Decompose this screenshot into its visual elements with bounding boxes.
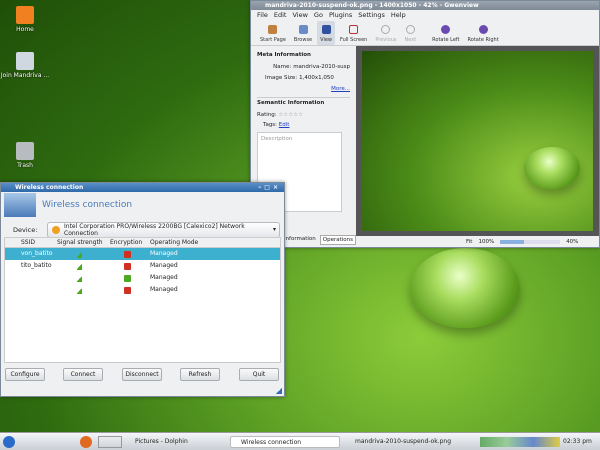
rotate-left-icon xyxy=(441,25,451,34)
rotate-right-icon xyxy=(478,25,488,34)
home-icon xyxy=(268,25,278,34)
previous-icon xyxy=(381,25,391,34)
col-mode[interactable]: Operating Mode xyxy=(150,237,230,249)
chevron-down-icon: ▾ xyxy=(272,226,276,233)
configure-button[interactable]: Configure xyxy=(5,368,45,381)
menu-bar: File Edit View Go Plugins Settings Help xyxy=(251,10,599,21)
mode: Managed xyxy=(150,250,178,257)
ssid: von_batito xyxy=(21,250,53,257)
lock-icon xyxy=(124,262,131,270)
menu-view[interactable]: View xyxy=(292,11,307,20)
network-row[interactable]: Managed xyxy=(5,272,280,284)
task-gwenview[interactable]: mandriva-2010-suspend-ok.png xyxy=(345,436,455,448)
start-page-button[interactable]: Start Page xyxy=(257,21,289,45)
header: Wireless connection xyxy=(1,192,284,218)
menu-launcher-icon[interactable] xyxy=(3,436,15,448)
resize-grip[interactable] xyxy=(276,388,282,394)
meta-name: mandriva-2010-susp xyxy=(293,64,350,70)
col-encryption[interactable]: Encryption xyxy=(110,237,150,249)
meta-heading: Meta Information xyxy=(257,52,311,58)
browse-icon xyxy=(298,25,308,34)
desktop-icon-trash[interactable]: Trash xyxy=(0,142,50,169)
col-signal[interactable]: Signal strength xyxy=(57,237,110,249)
lock-icon xyxy=(124,286,131,294)
view-icon xyxy=(321,25,331,34)
wifi-card-icon xyxy=(52,225,60,234)
menu-edit[interactable]: Edit xyxy=(274,11,287,20)
full-screen-button[interactable]: Full Screen xyxy=(337,21,370,45)
col-ssid[interactable]: SSID xyxy=(5,237,57,249)
network-row[interactable]: tito_batito Managed xyxy=(5,260,280,272)
menu-plugins[interactable]: Plugins xyxy=(329,11,352,20)
browse-button[interactable]: Browse xyxy=(291,21,315,45)
tab-operations[interactable]: Operations xyxy=(319,235,356,245)
menu-go[interactable]: Go xyxy=(314,11,323,20)
refresh-button[interactable]: Refresh xyxy=(180,368,220,381)
signal-icon xyxy=(77,250,82,258)
rating-stars[interactable]: ☆☆☆☆☆ xyxy=(278,112,303,118)
zoom-100-button[interactable]: 100% xyxy=(478,239,494,245)
menu-file[interactable]: File xyxy=(257,11,268,20)
zoom-percent: 40% xyxy=(566,239,579,245)
mode: Managed xyxy=(150,286,178,293)
wireless-window: Wireless connection –□× Wireless connecti… xyxy=(0,182,285,397)
signal-icon xyxy=(77,286,82,294)
desktop-icon-join[interactable]: Join Mandriva ... xyxy=(0,52,50,79)
lock-icon xyxy=(124,250,131,258)
rotate-left-button[interactable]: Rotate Left xyxy=(429,21,462,45)
semantic-heading: Semantic Information xyxy=(257,100,325,106)
tab-information[interactable]: Information xyxy=(282,235,318,245)
wallpaper-drop xyxy=(410,248,520,328)
rotate-right-button[interactable]: Rotate Right xyxy=(465,21,502,45)
network-table: SSID Signal strength Encryption Operatin… xyxy=(4,237,281,363)
system-tray[interactable] xyxy=(480,437,560,447)
window-controls[interactable]: –□× xyxy=(258,183,281,192)
mode: Managed xyxy=(150,262,178,269)
status-bar: Fit 100% 40% xyxy=(356,236,599,248)
previous-button[interactable]: Previous xyxy=(372,21,399,45)
device-select[interactable]: Intel Corporation PRO/Wireless 2200BG [C… xyxy=(47,221,280,238)
image-preview xyxy=(362,51,593,231)
view-button[interactable]: View xyxy=(317,21,336,45)
clock[interactable]: 02:33 pm xyxy=(563,438,592,445)
firefox-icon[interactable] xyxy=(80,436,92,448)
join-icon xyxy=(16,52,34,70)
fullscreen-icon xyxy=(349,25,359,34)
task-wireless[interactable]: Wireless connection xyxy=(230,436,340,448)
signal-icon xyxy=(77,274,82,282)
mode: Managed xyxy=(150,274,178,281)
connect-button[interactable]: Connect xyxy=(63,368,103,381)
network-row[interactable]: Managed xyxy=(5,284,280,296)
header-title: Wireless connection xyxy=(42,200,133,210)
more-link[interactable]: More... xyxy=(331,86,350,92)
disconnect-button[interactable]: Disconnect xyxy=(122,368,162,381)
network-row[interactable]: von_batito Managed xyxy=(5,248,280,260)
zoom-slider[interactable] xyxy=(500,240,561,244)
gwenview-window: mandriva-2010-suspend-ok.png - 1400x1050… xyxy=(250,0,600,248)
wireless-icon xyxy=(4,193,36,217)
menu-settings[interactable]: Settings xyxy=(358,11,385,20)
meta-size: 1,400x1,050 xyxy=(299,75,334,81)
title-bar[interactable]: Wireless connection –□× xyxy=(1,183,284,192)
taskbar: Pictures - Dolphin Wireless connection m… xyxy=(0,432,600,450)
pager[interactable] xyxy=(98,436,122,448)
next-button[interactable]: Next xyxy=(402,21,420,45)
next-icon xyxy=(405,25,415,34)
ssid: tito_batito xyxy=(21,262,52,269)
trash-icon xyxy=(16,142,34,160)
title-bar[interactable]: mandriva-2010-suspend-ok.png - 1400x1050… xyxy=(251,1,599,10)
menu-help[interactable]: Help xyxy=(391,11,406,20)
unlock-icon xyxy=(124,274,131,282)
tags-edit-link[interactable]: Edit xyxy=(279,122,290,128)
fit-button[interactable]: Fit xyxy=(466,239,472,245)
desktop-icon-home[interactable]: Home xyxy=(0,6,50,33)
home-icon xyxy=(16,6,34,24)
image-view[interactable] xyxy=(356,46,599,236)
quit-button[interactable]: Quit xyxy=(239,368,279,381)
task-dolphin[interactable]: Pictures - Dolphin xyxy=(125,436,225,448)
toolbar: Start Page Browse View Full Screen Previ… xyxy=(251,21,599,46)
signal-icon xyxy=(77,262,82,270)
